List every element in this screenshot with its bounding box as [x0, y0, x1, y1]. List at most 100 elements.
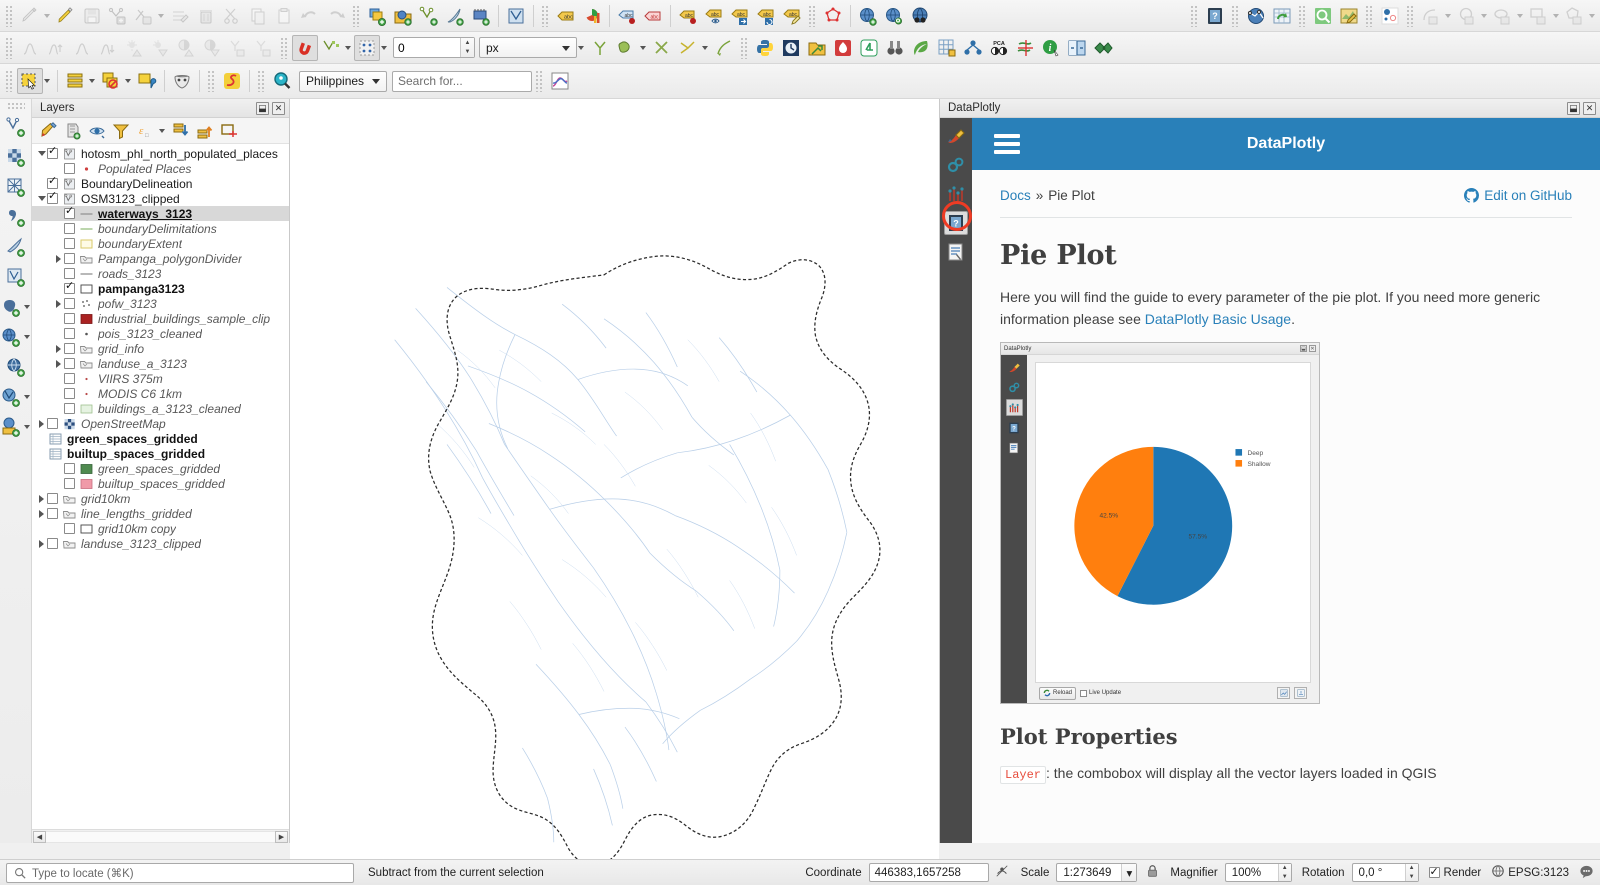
pencil-edit-icon[interactable] — [53, 3, 79, 29]
toolbar-grip[interactable] — [7, 102, 25, 109]
add-postgis-layer-icon[interactable] — [0, 294, 23, 320]
toolbar-grip[interactable] — [1190, 5, 1199, 27]
polygon-capture-icon[interactable] — [1562, 3, 1588, 29]
geometry-icon[interactable] — [1377, 3, 1403, 29]
shape-polygon-icon[interactable] — [820, 3, 846, 29]
add-wcs-layer-icon[interactable] — [4, 354, 28, 380]
delete-selected-icon[interactable] — [193, 3, 219, 29]
toolbar-grip[interactable] — [1298, 5, 1307, 27]
toolbar-grip[interactable] — [5, 5, 14, 27]
show-hide-labels-icon[interactable]: abc — [701, 3, 727, 29]
add-raster-layer-icon[interactable] — [4, 144, 28, 170]
layer-visibility-checkbox[interactable] — [47, 538, 58, 549]
time-manager-icon[interactable] — [778, 35, 804, 61]
layer-tree-item[interactable]: pois_3123_cleaned — [32, 326, 289, 341]
render-checkbox[interactable]: Render — [1429, 867, 1482, 879]
globe-search-icon[interactable] — [881, 3, 907, 29]
stepper-up[interactable]: ▲ — [461, 38, 474, 48]
snap-layer-icon[interactable] — [318, 35, 344, 61]
filter-down-icon[interactable] — [251, 35, 277, 61]
help-icon[interactable]: ? — [1202, 3, 1228, 29]
pca-icon[interactable]: PCA — [986, 35, 1012, 61]
search-input[interactable] — [392, 71, 532, 92]
add-virtual-layer-icon[interactable] — [4, 264, 28, 290]
toolbar-grip[interactable] — [352, 5, 361, 27]
layer-tree-item[interactable]: Pampanga_polygonDivider — [32, 251, 289, 266]
layer-visibility-checkbox[interactable] — [64, 328, 75, 339]
vertex-tool-icon[interactable] — [416, 3, 442, 29]
magnifier-stepper[interactable]: 100% ▲▼ — [1225, 863, 1292, 882]
move-label-icon[interactable]: abc — [675, 3, 701, 29]
collapse-arrow-icon[interactable] — [36, 196, 47, 201]
layer-visibility-checkbox[interactable] — [64, 478, 75, 489]
layer-tree[interactable]: hotosm_phl_north_populated_placesPopulat… — [32, 144, 289, 829]
select-by-form-icon[interactable] — [62, 68, 88, 94]
contrast-up-icon[interactable] — [173, 35, 199, 61]
new-project-icon[interactable] — [364, 3, 390, 29]
documentation-view[interactable]: DataPlotly Docs » Pie Plot Edit on GitHu… — [972, 118, 1600, 843]
expand-arrow-icon[interactable] — [36, 510, 47, 518]
extents-toggle-icon[interactable] — [995, 864, 1009, 881]
layer-tree-item[interactable]: pofw_3123 — [32, 296, 289, 311]
expression-filter-icon[interactable]: ε□ — [134, 120, 156, 142]
layer-visibility-checkbox[interactable] — [47, 418, 58, 429]
basic-usage-link[interactable]: DataPlotly Basic Usage — [1145, 311, 1291, 327]
layer-visibility-checkbox[interactable] — [47, 493, 58, 504]
plot-style-brush-icon[interactable] — [944, 124, 968, 148]
filter-legend-icon[interactable] — [110, 120, 132, 142]
add-wms-layer-icon[interactable] — [0, 324, 23, 350]
lock-icon[interactable] — [1146, 864, 1159, 881]
stepper-arrows[interactable]: ▲▼ — [1405, 864, 1418, 881]
snapping-tolerance-input[interactable] — [394, 38, 460, 57]
undo-icon[interactable] — [297, 3, 323, 29]
layer-visibility-checkbox[interactable] — [64, 238, 75, 249]
heatmap-icon[interactable] — [830, 35, 856, 61]
search-globe-icon[interactable] — [269, 68, 295, 94]
polygon-tool-icon[interactable] — [613, 35, 639, 61]
stepper-up[interactable]: ▲ — [1406, 864, 1418, 873]
layer-visibility-checkbox[interactable] — [64, 163, 75, 174]
map-canvas[interactable] — [290, 99, 939, 874]
open-layer-styling-icon[interactable] — [38, 120, 60, 142]
globe-add-icon[interactable] — [855, 3, 881, 29]
expand-arrow-icon[interactable] — [36, 495, 47, 503]
network-icon[interactable] — [1243, 3, 1269, 29]
multi-edit-icon[interactable] — [167, 3, 193, 29]
layer-tree-item[interactable]: pampanga3123 — [32, 281, 289, 296]
layer-tree-item[interactable]: MODIS C6 1km — [32, 386, 289, 401]
info-tool-icon[interactable]: i — [1038, 35, 1064, 61]
layer-tree-item[interactable]: OpenStreetMap — [32, 416, 289, 431]
add-wfs-layer-icon[interactable] — [0, 384, 23, 410]
select-by-value-icon[interactable] — [134, 68, 160, 94]
toolbar-grip[interactable] — [535, 70, 544, 92]
layer-tree-item[interactable]: VIIRS 375m — [32, 371, 289, 386]
expand-arrow-icon[interactable] — [36, 540, 47, 548]
add-feature-icon[interactable] — [105, 3, 131, 29]
contrast-down-icon[interactable] — [199, 35, 225, 61]
crs-globe-icon[interactable] — [1491, 864, 1505, 881]
crs-label[interactable]: EPSG:3123 — [1508, 867, 1569, 879]
cut-features-icon[interactable] — [219, 3, 245, 29]
stepper-arrows[interactable]: ▲▼ — [460, 38, 474, 57]
add-vector-layer-icon[interactable] — [4, 114, 28, 140]
plot-curve-icon[interactable] — [547, 68, 573, 94]
delete-vertex-icon[interactable] — [649, 35, 675, 61]
locator-bar[interactable]: Type to locate (⌘K) — [6, 863, 354, 883]
layer-tree-item[interactable]: builtup_spaces_gridded — [32, 476, 289, 491]
layer-tree-item[interactable]: landuse_a_3123 — [32, 356, 289, 371]
plot-settings-gears-icon[interactable] — [944, 153, 968, 177]
country-combo[interactable]: Philippines — [299, 71, 387, 92]
layer-visibility-checkbox[interactable] — [64, 463, 75, 474]
lower-icon[interactable] — [69, 35, 95, 61]
add-spatialite-layer-icon[interactable] — [4, 234, 28, 260]
layer-tree-item[interactable]: Populated Places — [32, 161, 289, 176]
layer-visibility-checkbox[interactable] — [64, 208, 75, 219]
raise-contour-icon[interactable] — [43, 35, 69, 61]
rotation-stepper[interactable]: 0,0 ° ▲▼ — [1352, 863, 1419, 882]
label-unpin-icon[interactable]: abc — [640, 3, 666, 29]
add-group-icon[interactable] — [62, 120, 84, 142]
layer-tree-item[interactable]: hotosm_phl_north_populated_places — [32, 146, 289, 161]
messages-bubble-icon[interactable] — [1579, 864, 1594, 882]
snap-mode-icon[interactable] — [354, 35, 380, 61]
change-label-icon[interactable]: abc — [727, 3, 753, 29]
